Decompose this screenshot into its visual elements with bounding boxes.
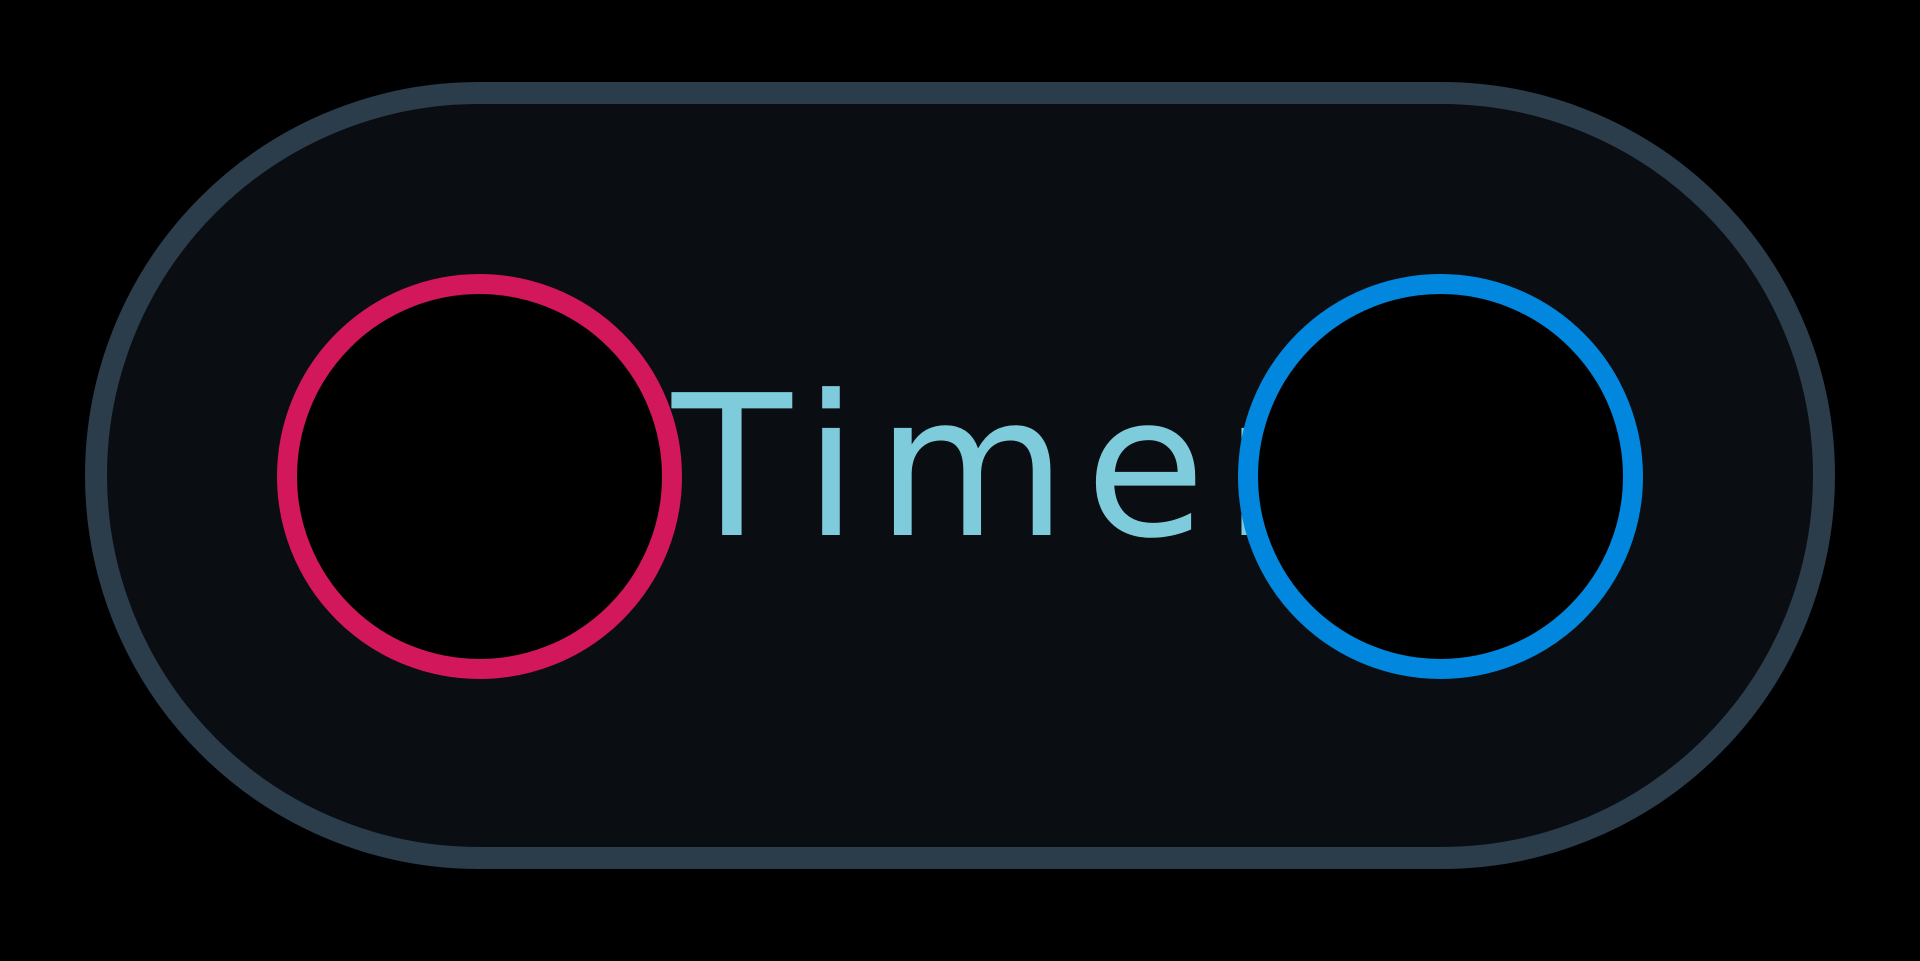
timer-label: Timer xyxy=(672,354,1323,582)
right-circle-button-icon[interactable] xyxy=(1238,274,1643,679)
timer-stage: Timer xyxy=(0,0,1920,961)
left-circle-button-icon[interactable] xyxy=(277,274,682,679)
